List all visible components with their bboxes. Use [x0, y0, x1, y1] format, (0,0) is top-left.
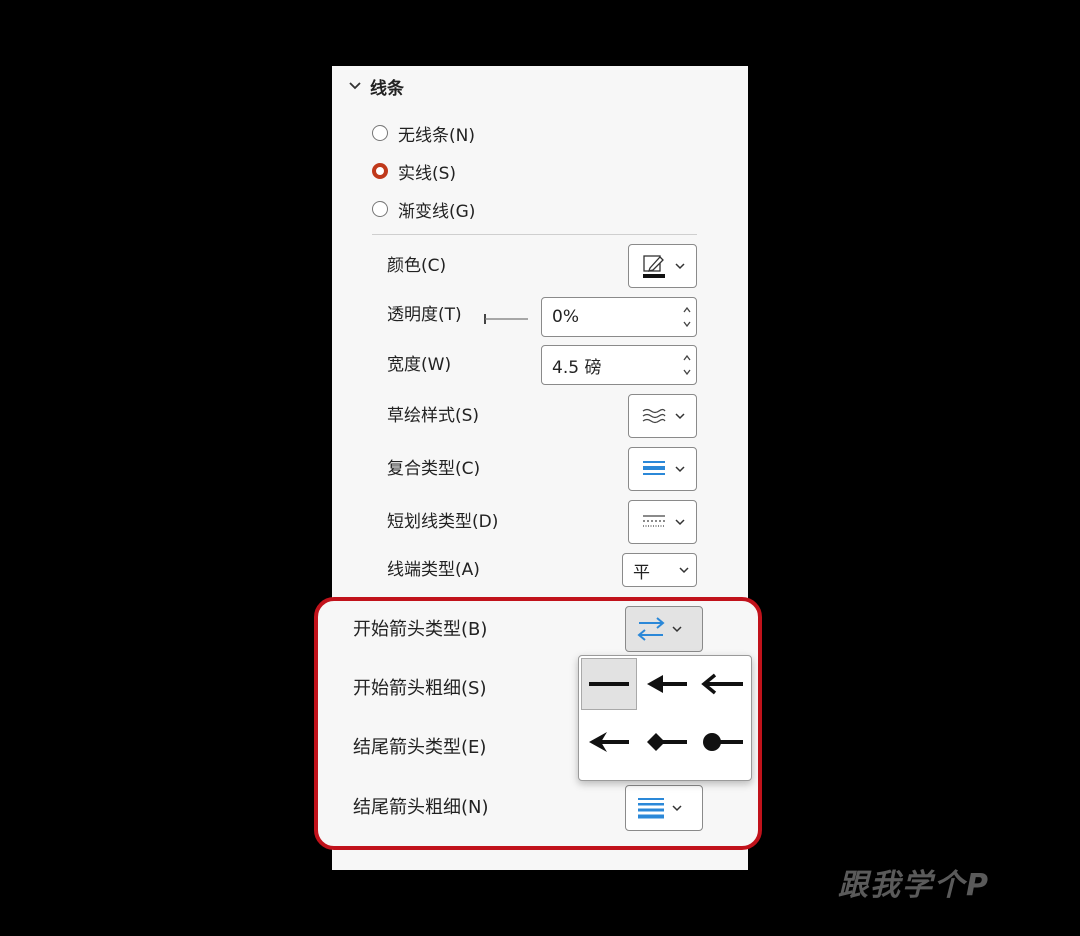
cap-type-dropdown[interactable]: 平	[622, 553, 697, 587]
transparency-slider[interactable]	[484, 314, 528, 324]
compound-type-button[interactable]	[628, 447, 697, 491]
flyout-item-triangle-arrow[interactable]	[639, 658, 695, 710]
chevron-down-icon	[677, 566, 691, 574]
begin-arrow-type-label: 开始箭头类型(B)	[353, 619, 488, 640]
begin-arrow-type-button[interactable]	[625, 606, 703, 652]
radio-no-line[interactable]: 无线条(N)	[372, 120, 475, 146]
end-arrow-size-label: 结尾箭头粗细(N)	[353, 797, 489, 818]
sketch-line-icon	[639, 406, 669, 426]
transparency-value[interactable]: 0%	[542, 307, 678, 327]
cap-type-label: 线端类型(A)	[387, 560, 480, 580]
dash-line-icon	[639, 512, 669, 532]
sketch-style-label: 草绘样式(S)	[387, 406, 480, 426]
spin-up-icon[interactable]	[683, 307, 691, 313]
triangle-arrow-icon	[647, 675, 687, 693]
cap-type-value: 平	[633, 562, 650, 583]
flyout-item-open-arrow[interactable]	[695, 658, 751, 710]
begin-arrow-size-label: 开始箭头粗细(S)	[353, 678, 487, 699]
dash-type-button[interactable]	[628, 500, 697, 544]
arrow-size-icon	[636, 795, 666, 821]
open-arrow-icon	[701, 673, 743, 695]
diamond-arrow-icon	[647, 733, 687, 751]
divider	[372, 234, 697, 235]
flyout-item-stealth-arrow[interactable]	[581, 716, 637, 768]
arrow-type-icon	[636, 616, 666, 642]
flyout-item-diamond-arrow[interactable]	[639, 716, 695, 768]
spin-down-icon[interactable]	[683, 369, 691, 375]
radio-solid-line[interactable]: 实线(S)	[372, 158, 456, 184]
compound-line-icon	[639, 459, 669, 479]
spin-down-icon[interactable]	[683, 321, 691, 327]
transparency-spinner[interactable]: 0%	[541, 297, 697, 337]
transparency-label: 透明度(T)	[387, 305, 462, 325]
compound-type-label: 复合类型(C)	[387, 459, 481, 479]
end-arrow-type-label: 结尾箭头类型(E)	[353, 737, 487, 758]
radio-button[interactable]	[372, 201, 388, 217]
flyout-item-no-arrow[interactable]	[581, 658, 637, 710]
spin-up-icon[interactable]	[683, 355, 691, 361]
dash-type-label: 短划线类型(D)	[387, 512, 499, 532]
chevron-down-icon	[673, 262, 687, 270]
color-picker-button[interactable]	[628, 244, 697, 288]
stealth-arrow-icon	[589, 732, 629, 752]
no-arrow-icon	[589, 682, 629, 686]
oval-arrow-icon	[703, 733, 743, 751]
radio-button[interactable]	[372, 125, 388, 141]
color-label: 颜色(C)	[387, 256, 447, 276]
chevron-down-icon	[673, 465, 687, 473]
section-title: 线条	[370, 78, 404, 99]
pen-color-icon	[639, 253, 669, 279]
line-section-header[interactable]: 线条	[348, 74, 404, 99]
flyout-item-oval-arrow[interactable]	[695, 716, 751, 768]
width-value[interactable]: 4.5 磅	[542, 353, 678, 378]
width-spinner[interactable]: 4.5 磅	[541, 345, 697, 385]
sketch-style-button[interactable]	[628, 394, 697, 438]
radio-label: 渐变线(G)	[398, 201, 476, 222]
chevron-down-icon	[673, 412, 687, 420]
arrow-type-flyout	[578, 655, 752, 781]
chevron-down-icon	[673, 518, 687, 526]
chevron-down-icon	[670, 804, 684, 812]
end-arrow-size-button[interactable]	[625, 785, 703, 831]
radio-label: 无线条(N)	[398, 125, 475, 146]
chevron-down-icon	[349, 82, 361, 90]
watermark-text: 跟我学个P	[838, 868, 990, 903]
radio-button-selected[interactable]	[372, 163, 388, 179]
width-label: 宽度(W)	[387, 355, 452, 375]
radio-label: 实线(S)	[398, 163, 457, 184]
chevron-down-icon	[670, 625, 684, 633]
radio-gradient-line[interactable]: 渐变线(G)	[372, 196, 475, 222]
